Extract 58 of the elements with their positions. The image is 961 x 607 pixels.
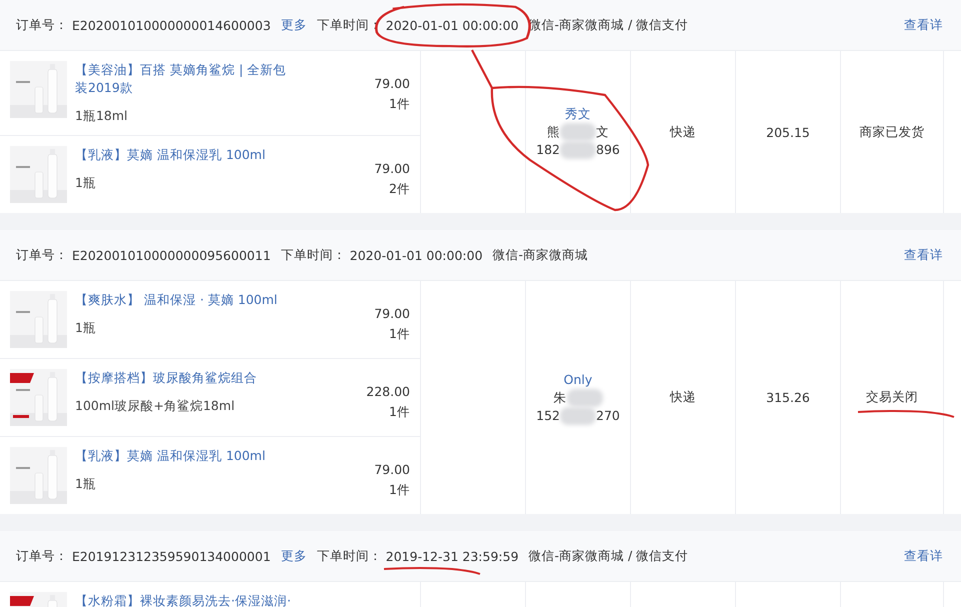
delivery-method: 快递: [670, 124, 696, 140]
delivery-method: 快递: [670, 389, 696, 406]
product-quantity: 1件: [389, 481, 410, 499]
product-spec: 1瓶: [75, 174, 96, 192]
order-channel: 微信-商家微商城: [492, 246, 588, 264]
order-number-label: 订单号：: [16, 16, 68, 34]
blurred-region: [560, 141, 596, 159]
details-link[interactable]: 查看详: [904, 246, 961, 264]
product-title[interactable]: 【美容油】百搭 莫嫡角鲨烷 | 全新包装2019款: [75, 61, 294, 97]
details-link[interactable]: 查看详: [904, 16, 961, 34]
blurred-region: [560, 123, 596, 141]
more-link[interactable]: 更多: [280, 548, 307, 564]
product-quantity: 1件: [389, 95, 410, 113]
product-price: 79.00: [374, 160, 410, 178]
order-number-label: 订单号：: [16, 246, 68, 264]
customer-nickname[interactable]: 秀文: [565, 105, 591, 123]
order-status: 交易关闭: [866, 389, 918, 404]
order-number-label: 订单号：: [16, 548, 68, 564]
order-time: 2020-01-01 00:00:00: [350, 248, 483, 262]
customer-phone: 896: [596, 141, 620, 159]
customer-name: 文: [596, 123, 609, 141]
product-title[interactable]: 【乳液】莫嫡 温和保湿乳 100ml: [75, 146, 266, 164]
order-time-label: 下单时间：: [280, 246, 346, 264]
more-link[interactable]: 更多: [280, 16, 307, 34]
order-number: E202001010000000095600011: [72, 248, 271, 262]
customer-name: 熊: [547, 123, 560, 141]
product-title[interactable]: 【水粉霜】裸妆素颜易洗去·保湿滋润·: [75, 592, 291, 607]
product-title[interactable]: 【乳液】莫嫡 温和保湿乳 100ml: [75, 447, 266, 465]
details-link[interactable]: 查看详: [904, 548, 961, 564]
product-price: 79.00: [374, 461, 410, 479]
product-title[interactable]: 【爽肤水】 温和保湿 · 莫嫡 100ml: [75, 291, 278, 309]
customer-phone: 152: [536, 406, 560, 424]
customer-name: 朱: [554, 388, 566, 406]
blurred-region: [560, 406, 596, 424]
product-spec: 1瓶18ml: [75, 107, 128, 125]
order-number: E201912312359590134000001: [72, 548, 271, 564]
product-title[interactable]: 【按摩搭档】玻尿酸角鲨烷组合: [75, 369, 257, 387]
customer-nickname[interactable]: Only: [564, 370, 592, 388]
product-quantity: 2件: [389, 180, 410, 198]
product-quantity: 1件: [389, 403, 410, 421]
order-number: E202001010000000014600003: [72, 18, 271, 32]
order-channel: 微信-商家微商城 / 微信支付: [528, 548, 688, 564]
customer-phone: 182: [536, 141, 560, 159]
order-amount: 315.26: [766, 390, 810, 405]
product-spec: 1瓶: [75, 475, 96, 493]
product-price: 79.00: [374, 75, 410, 93]
product-spec: 100ml玻尿酸+角鲨烷18ml: [75, 397, 235, 415]
product-price: 79.00: [374, 305, 410, 323]
customer-phone: 270: [596, 406, 620, 424]
blurred-region: [566, 388, 602, 406]
product-price: 228.00: [366, 383, 410, 401]
order-time: 2019-12-31 23:59:59: [386, 548, 519, 564]
order-time: 2020-01-01 00:00:00: [386, 18, 519, 32]
order-amount: 205.15: [766, 124, 810, 140]
order-time-label: 下单时间：: [316, 548, 382, 564]
order-status: 商家已发货: [860, 124, 924, 138]
product-quantity: 1件: [389, 325, 410, 343]
product-spec: 1瓶: [75, 319, 96, 337]
